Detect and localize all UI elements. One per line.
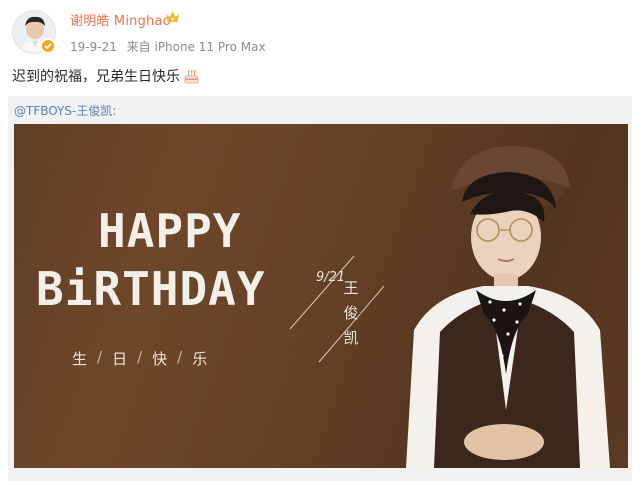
- greeting-char: 快: [152, 350, 168, 368]
- name-vertical: 王 俊 凯: [341, 276, 361, 351]
- greeting-char: 生: [72, 350, 88, 368]
- verified-badge-icon: [40, 38, 56, 54]
- repost-author-link[interactable]: @TFBOYS-王俊凯:: [14, 102, 116, 119]
- post-meta: 19-9-21 来自 iPhone 11 Pro Max: [70, 38, 272, 55]
- name-char: 俊: [343, 304, 359, 322]
- post-text: 迟到的祝福，兄弟生日快乐: [12, 66, 200, 86]
- post-source: 来自 iPhone 11 Pro Max: [126, 40, 266, 54]
- name-char: 王: [343, 279, 359, 297]
- post-date[interactable]: 19-9-21: [70, 40, 117, 54]
- username-link[interactable]: 谢明皓 Minghao: [70, 10, 171, 29]
- greeting-char: 乐: [192, 350, 208, 368]
- greeting-separator: /: [97, 348, 103, 366]
- repost-box[interactable]: @TFBOYS-王俊凯: HAPPY BiRTHDAY 生 / 日 / 快 / …: [8, 96, 632, 481]
- greeting-separator: /: [177, 348, 183, 366]
- greeting-separator: /: [137, 348, 143, 366]
- greeting-cn: 生 / 日 / 快 / 乐: [72, 348, 207, 369]
- greeting-char: 日: [112, 350, 128, 368]
- post-text-content: 迟到的祝福，兄弟生日快乐: [12, 69, 180, 85]
- happy-heading: HAPPY: [98, 204, 242, 258]
- birthday-heading: BiRTHDAY: [36, 262, 266, 316]
- repost-image[interactable]: HAPPY BiRTHDAY 生 / 日 / 快 / 乐 9/21 王 俊 凯: [14, 124, 628, 468]
- post-header: 谢明皓 Minghao 19-9-21 来自 iPhone 11 Pro Max: [0, 0, 640, 62]
- cake-emoji-icon: [184, 69, 199, 83]
- name-char: 凯: [343, 329, 359, 347]
- crown-icon[interactable]: [165, 10, 180, 24]
